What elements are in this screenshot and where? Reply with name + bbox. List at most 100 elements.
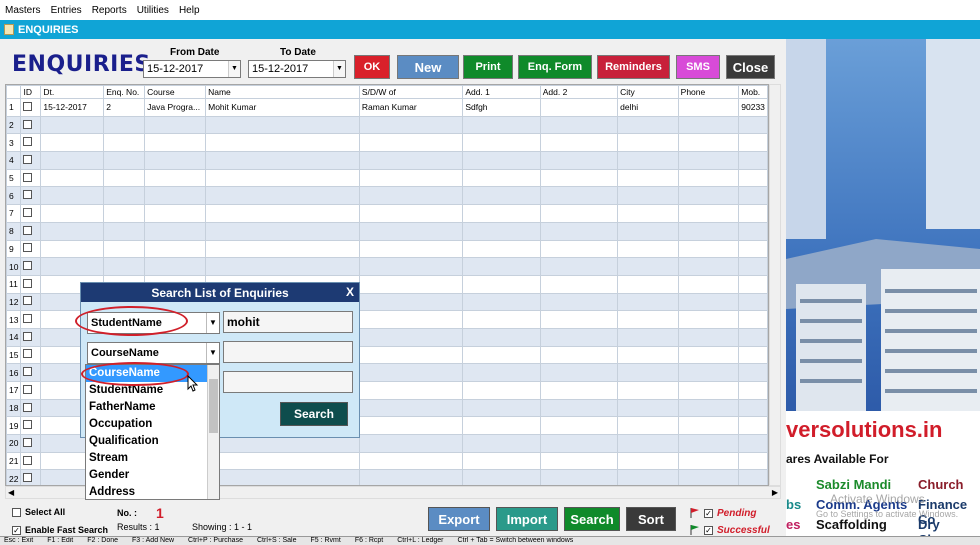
grid-cell[interactable] [738, 416, 768, 436]
row-id-cell[interactable] [20, 168, 42, 188]
dropdown-option[interactable]: Stream [86, 450, 219, 467]
grid-cell[interactable] [539, 451, 619, 471]
chevron-down-icon[interactable]: ▼ [206, 313, 219, 333]
grid-cell[interactable] [205, 451, 360, 471]
row-id-cell[interactable] [20, 292, 42, 312]
grid-cell[interactable] [539, 398, 619, 418]
grid-cell[interactable] [358, 274, 464, 294]
grid-cell[interactable] [40, 115, 105, 135]
grid-cell[interactable] [539, 133, 619, 153]
column-header[interactable]: Add. 1 [462, 85, 541, 99]
scroll-left-icon[interactable]: ◀ [8, 488, 14, 497]
grid-cell[interactable] [144, 133, 207, 153]
search-field2-select[interactable]: CourseName ▼ [87, 342, 220, 364]
column-header[interactable]: S/D/W of [358, 85, 464, 99]
grid-cell[interactable] [103, 239, 146, 259]
grid-cell[interactable] [617, 469, 679, 485]
grid-cell[interactable] [539, 151, 619, 170]
table-row[interactable]: 5 [6, 168, 768, 188]
row-id-cell[interactable] [20, 115, 42, 135]
table-row[interactable]: 3 [6, 133, 768, 153]
grid-cell[interactable] [358, 327, 464, 347]
grid-cell[interactable] [539, 274, 619, 294]
select-all-checkbox[interactable] [12, 507, 21, 517]
grid-cell[interactable] [358, 204, 464, 223]
table-row[interactable]: 10 [6, 257, 768, 276]
grid-cell[interactable] [539, 204, 619, 223]
row-checkbox[interactable] [23, 278, 33, 288]
export-button[interactable]: Export [428, 507, 490, 531]
search-value2-input[interactable] [223, 341, 353, 363]
grid-cell[interactable] [205, 168, 360, 188]
row-checkbox[interactable] [23, 207, 33, 217]
row-checkbox[interactable] [23, 314, 33, 324]
grid-cell[interactable] [462, 151, 541, 170]
row-checkbox[interactable] [23, 437, 33, 447]
row-id-cell[interactable] [20, 416, 42, 436]
grid-cell[interactable] [144, 151, 207, 170]
grid-cell[interactable] [738, 274, 768, 294]
close-icon[interactable]: X [346, 285, 354, 299]
chevron-down-icon[interactable]: ▼ [228, 61, 240, 77]
grid-cell[interactable] [617, 292, 679, 312]
cell-course[interactable]: Java Progra... [144, 98, 207, 117]
sort-button[interactable]: Sort [626, 507, 676, 531]
menu-utilities[interactable]: Utilities [132, 5, 174, 16]
grid-cell[interactable] [205, 239, 360, 259]
grid-cell[interactable] [738, 381, 768, 400]
grid-cell[interactable] [462, 310, 541, 329]
select-all-control[interactable]: Select All [12, 507, 65, 517]
row-id-cell[interactable] [20, 434, 42, 453]
grid-cell[interactable] [103, 186, 146, 206]
grid-cell[interactable] [738, 204, 768, 223]
grid-cell[interactable] [205, 133, 360, 153]
cell-enq-no[interactable]: 2 [103, 98, 146, 117]
row-checkbox[interactable] [23, 119, 33, 129]
grid-cell[interactable] [677, 133, 740, 153]
grid-cell[interactable] [738, 310, 768, 329]
dropdown-option[interactable]: Occupation [86, 416, 219, 433]
grid-cell[interactable] [462, 204, 541, 223]
grid-cell[interactable] [677, 327, 740, 347]
grid-cell[interactable] [358, 310, 464, 329]
new-button[interactable]: New [397, 55, 459, 79]
grid-vertical-scrollbar[interactable] [769, 84, 781, 486]
dialog-search-button[interactable]: Search [280, 402, 348, 426]
grid-cell[interactable] [462, 292, 541, 312]
grid-cell[interactable] [539, 363, 619, 382]
dropdown-option[interactable]: Qualification [86, 433, 219, 450]
row-id-cell[interactable] [20, 451, 42, 471]
grid-cell[interactable] [144, 257, 207, 276]
grid-cell[interactable] [539, 292, 619, 312]
ok-button[interactable]: OK [354, 55, 390, 79]
grid-cell[interactable] [462, 398, 541, 418]
grid-cell[interactable] [144, 115, 207, 135]
grid-cell[interactable] [617, 115, 679, 135]
table-row[interactable]: 2 [6, 115, 768, 135]
enq-form-button[interactable]: Enq. Form [518, 55, 592, 79]
grid-cell[interactable] [462, 416, 541, 436]
grid-cell[interactable] [40, 186, 105, 206]
column-header[interactable]: Add. 2 [539, 85, 619, 99]
sms-button[interactable]: SMS [676, 55, 720, 79]
grid-cell[interactable] [617, 257, 679, 276]
column-header[interactable]: Dt. [40, 85, 105, 99]
grid-cell[interactable] [462, 363, 541, 382]
grid-cell[interactable] [617, 381, 679, 400]
column-header[interactable]: Enq. No. [103, 85, 146, 99]
grid-cell[interactable] [617, 327, 679, 347]
grid-cell[interactable] [738, 257, 768, 276]
grid-cell[interactable] [462, 168, 541, 188]
cell-phone[interactable] [677, 98, 740, 117]
grid-cell[interactable] [617, 345, 679, 365]
menu-reports[interactable]: Reports [87, 5, 132, 16]
grid-cell[interactable] [539, 381, 619, 400]
table-row[interactable]: 9 [6, 239, 768, 259]
grid-cell[interactable] [677, 451, 740, 471]
row-checkbox[interactable] [23, 402, 33, 412]
grid-cell[interactable] [103, 168, 146, 188]
row-checkbox[interactable] [23, 331, 33, 341]
row-id-cell[interactable] [20, 469, 42, 485]
grid-cell[interactable] [617, 363, 679, 382]
row-checkbox[interactable] [23, 243, 33, 253]
